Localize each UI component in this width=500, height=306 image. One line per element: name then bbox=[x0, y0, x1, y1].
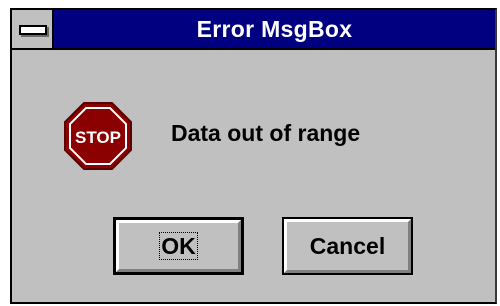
title-bar[interactable]: Error MsgBox bbox=[12, 10, 495, 50]
stop-icon-label: STOP bbox=[75, 128, 121, 147]
ok-button-label: OK bbox=[159, 232, 198, 260]
system-menu-button[interactable] bbox=[12, 10, 54, 48]
error-dialog: Error MsgBox STOP Data out of range OK C… bbox=[10, 8, 497, 304]
error-message: Data out of range bbox=[171, 120, 361, 146]
ok-button[interactable]: OK bbox=[113, 217, 244, 275]
window-title: Error MsgBox bbox=[196, 16, 353, 42]
stop-icon: STOP bbox=[64, 102, 132, 170]
cancel-button-label: Cancel bbox=[309, 232, 386, 259]
cancel-button[interactable]: Cancel bbox=[282, 217, 413, 275]
system-menu-icon bbox=[19, 25, 47, 35]
